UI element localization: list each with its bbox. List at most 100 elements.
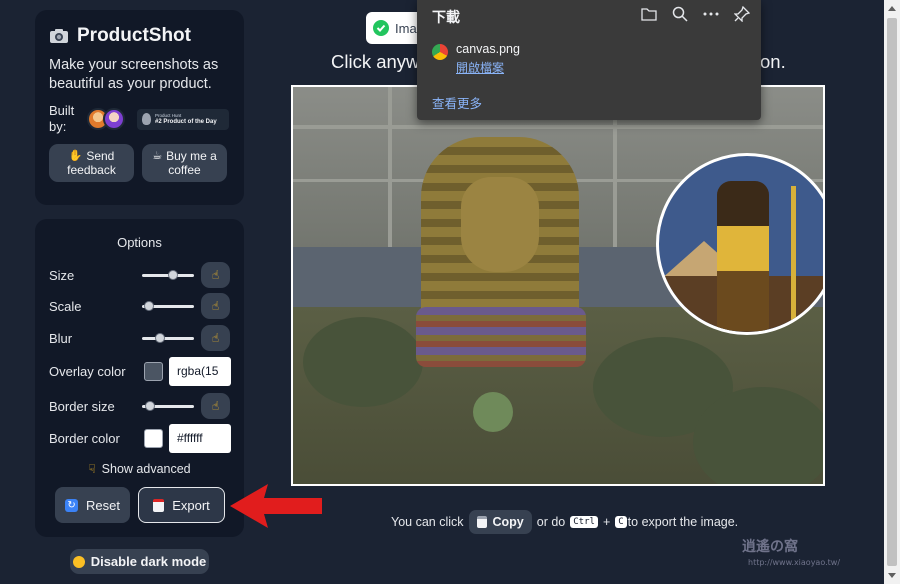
options-card: Options Size ☝ Scale ☝ Blur ☝ Overlay co…: [35, 219, 244, 537]
reset-button[interactable]: ↻ Reset: [55, 487, 130, 523]
export-label: Export: [172, 497, 210, 513]
downloads-title: 下載: [432, 9, 460, 25]
overlay-color-input[interactable]: rgba(15: [169, 356, 231, 386]
pointing-hand-icon: ☟: [88, 462, 96, 476]
scroll-up-icon[interactable]: [888, 6, 896, 11]
clipboard-icon: [476, 516, 487, 528]
check-icon: [373, 20, 389, 36]
badge-small-text: Product Hunt: [155, 113, 182, 118]
blur-reset-button[interactable]: ☝: [201, 325, 230, 351]
photo-anubis: [717, 181, 769, 331]
file-icon: [432, 44, 448, 60]
plus-text: +: [602, 515, 611, 529]
key-c: C: [615, 516, 627, 528]
scale-slider[interactable]: [142, 301, 194, 311]
copy-button[interactable]: Copy: [468, 510, 532, 534]
hand-icon: ☝: [211, 331, 220, 345]
coffee-label-1: Buy me a: [166, 149, 217, 163]
coffee-icon: ☕: [152, 150, 163, 162]
border-color-swatch[interactable]: [144, 428, 163, 448]
slider-knob[interactable]: [144, 301, 155, 311]
option-label: Scale: [49, 298, 82, 314]
blur-slider[interactable]: [142, 333, 194, 343]
product-hunt-badge[interactable]: Product Hunt #2 Product of the Day: [137, 108, 229, 130]
more-icon[interactable]: [702, 5, 720, 23]
roof-beam: [293, 125, 823, 129]
watermark-logo: 逍遙の窩 http://www.xiaoyao.tw/: [742, 539, 841, 567]
option-label: Overlay color: [49, 363, 126, 379]
option-label: Border color: [49, 430, 120, 446]
camera-icon: [50, 29, 68, 43]
option-blur: Blur ☝: [49, 325, 230, 351]
export-button[interactable]: Export: [138, 487, 225, 523]
show-advanced-label: Show advanced: [101, 462, 191, 476]
download-item[interactable]: canvas.png 開啟檔案: [432, 42, 520, 76]
option-label: Border size: [49, 398, 115, 414]
folder-icon[interactable]: [640, 5, 658, 23]
built-by-row: Built by: Product Hunt #2 Product of the…: [49, 103, 230, 135]
option-label: Blur: [49, 330, 73, 346]
download-file-name: canvas.png: [456, 42, 520, 56]
copy-label: Copy: [492, 515, 524, 529]
overlay-color-swatch[interactable]: [144, 361, 163, 381]
reset-label: Reset: [86, 497, 120, 513]
search-icon[interactable]: [671, 5, 689, 23]
pin-icon[interactable]: [733, 5, 751, 23]
option-border-color: Border color #ffffff: [49, 423, 231, 453]
brand-header: ProductShot: [49, 24, 230, 48]
options-title: Options: [117, 235, 162, 250]
disable-dark-mode-button[interactable]: Disable dark mode: [70, 549, 209, 574]
tagline: Make your screenshots as beautiful as yo…: [49, 57, 219, 92]
headline-end: on.: [760, 51, 786, 72]
dark-mode-label: Disable dark mode: [90, 554, 207, 569]
slider-knob[interactable]: [145, 401, 156, 411]
send-feedback-button[interactable]: ✋ Send feedback: [49, 144, 134, 182]
border-color-input[interactable]: #ffffff: [169, 423, 231, 453]
scrollbar[interactable]: [884, 0, 900, 584]
see-more-link[interactable]: 查看更多: [432, 93, 482, 112]
border-size-reset-button[interactable]: ☝: [201, 393, 230, 419]
maker-avatars[interactable]: [87, 108, 125, 130]
photo-bush: [303, 317, 423, 407]
sun-icon: [72, 555, 85, 568]
scale-reset-button[interactable]: ☝: [201, 293, 230, 319]
show-advanced-toggle[interactable]: ☟ Show advanced: [35, 462, 244, 476]
photo-pharaoh-collar: [416, 307, 586, 367]
size-reset-button[interactable]: ☝: [201, 262, 230, 288]
preview-canvas[interactable]: [291, 85, 825, 486]
hand-icon: ☝: [211, 399, 220, 413]
photo-crest: [473, 392, 513, 432]
buy-coffee-button[interactable]: ☕ Buy me a coffee: [142, 144, 227, 182]
avatar[interactable]: [103, 108, 125, 130]
badge-big-text: #2 Product of the Day: [155, 119, 217, 125]
zoom-lens: [656, 153, 823, 335]
key-ctrl: Ctrl: [570, 516, 598, 528]
feedback-label-1: Send: [86, 149, 115, 163]
hint-text: to export the image.: [627, 515, 739, 529]
slider-knob[interactable]: [154, 333, 165, 343]
medal-icon: [142, 113, 151, 125]
roof-beam: [388, 87, 392, 247]
headline: Click anyw: [331, 51, 420, 72]
hint-text: or do: [536, 515, 566, 529]
open-file-link[interactable]: 開啟檔案: [456, 59, 520, 76]
hand-icon: ☝: [211, 268, 220, 282]
brand-card: ProductShot Make your screenshots as bea…: [35, 10, 244, 205]
scroll-thumb[interactable]: [887, 18, 897, 566]
border-size-slider[interactable]: [142, 401, 194, 411]
photo-pharaoh-face: [461, 177, 539, 272]
size-slider[interactable]: [142, 270, 194, 280]
photo-staff: [791, 186, 796, 332]
hand-icon: ☝: [211, 299, 220, 313]
downloads-panel: 下載 canvas.png 開啟檔案 查看更多: [417, 0, 761, 120]
hint-text: You can click: [391, 515, 464, 529]
coffee-label-2: coffee: [168, 163, 201, 177]
slider-knob[interactable]: [168, 270, 179, 280]
app-title: ProductShot: [77, 25, 191, 46]
clipboard-icon: [153, 498, 165, 512]
option-overlay-color: Overlay color rgba(15: [49, 356, 231, 386]
wave-icon: ✋: [68, 150, 83, 162]
option-label: Size: [49, 267, 75, 283]
refresh-icon: ↻: [65, 498, 79, 512]
scroll-down-icon[interactable]: [888, 573, 896, 578]
